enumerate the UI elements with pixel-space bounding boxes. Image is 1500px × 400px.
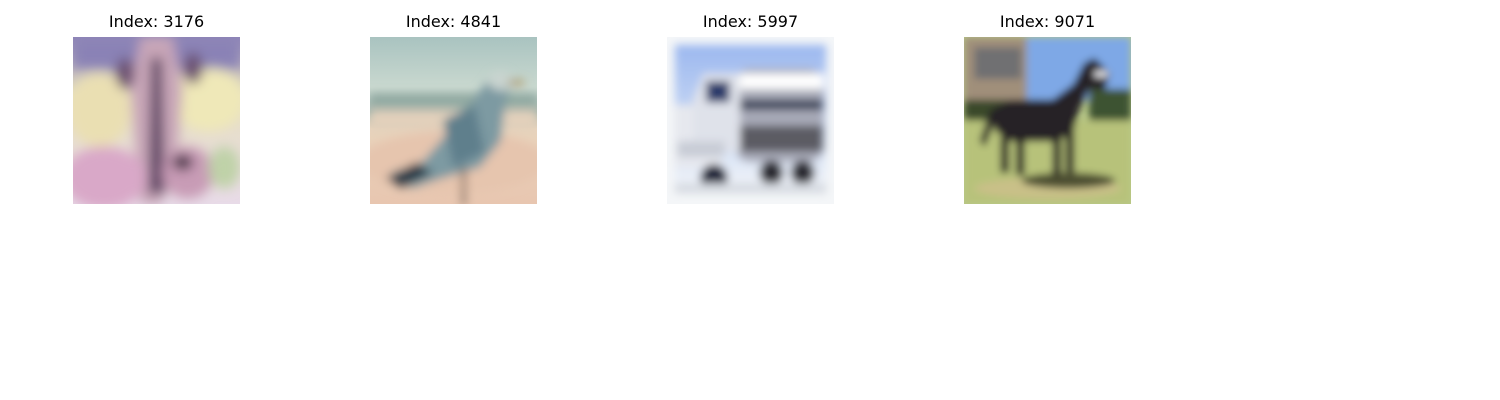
- panel-title-1: Index: 3176: [108, 12, 205, 31]
- panel-title-3: Index: 5997: [702, 12, 799, 31]
- thumbnail-truck: [667, 37, 834, 204]
- panel-title-2: Index: 4841: [405, 12, 502, 31]
- thumbnail-bird: [370, 37, 537, 204]
- thumbnail-horse: [964, 37, 1131, 204]
- thumbnail-deer: [73, 37, 240, 204]
- panel-title-4: Index: 9071: [999, 12, 1096, 31]
